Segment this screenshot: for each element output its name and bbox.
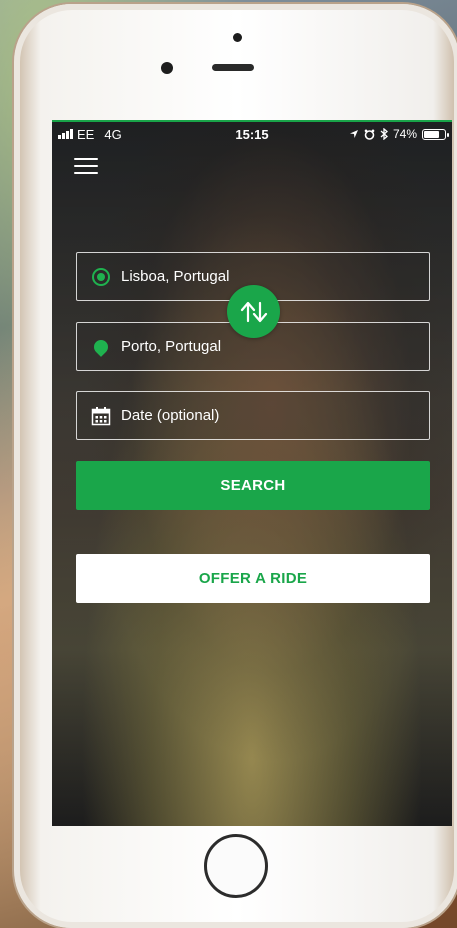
origin-dot-icon <box>91 267 111 287</box>
alarm-icon <box>364 129 375 140</box>
date-placeholder: Date (optional) <box>121 407 220 424</box>
search-button[interactable]: SEARCH <box>76 461 430 510</box>
offer-ride-button[interactable]: OFFER A RIDE <box>76 554 430 603</box>
calendar-icon <box>91 406 111 426</box>
bluetooth-icon <box>380 128 388 140</box>
location-pin-icon <box>91 336 111 357</box>
menu-line <box>74 172 98 174</box>
swap-arrows-icon <box>240 301 267 322</box>
battery-percent: 74% <box>392 127 417 141</box>
battery-fill <box>424 130 439 138</box>
status-bar-right: 74% <box>349 127 449 141</box>
menu-line <box>74 165 98 167</box>
phone-frame: EE 4G 15:15 74% Lisboa, Portugal Porto, … <box>14 4 457 928</box>
earpiece-speaker <box>212 64 254 71</box>
swap-button[interactable] <box>227 285 280 338</box>
proximity-sensor <box>233 33 242 42</box>
menu-line <box>74 158 98 160</box>
date-field[interactable]: Date (optional) <box>76 391 430 440</box>
front-camera <box>161 62 173 74</box>
destination-value: Porto, Portugal <box>121 338 222 355</box>
hamburger-menu-icon[interactable] <box>74 158 98 176</box>
origin-value: Lisboa, Portugal <box>121 268 230 285</box>
battery-icon <box>422 128 449 140</box>
home-button[interactable] <box>204 834 268 898</box>
status-bar: EE 4G 15:15 74% <box>52 124 452 144</box>
location-arrow-icon <box>349 130 358 138</box>
app-screen: EE 4G 15:15 74% Lisboa, Portugal Porto, … <box>52 120 452 826</box>
screen-accent-edge <box>52 120 452 122</box>
